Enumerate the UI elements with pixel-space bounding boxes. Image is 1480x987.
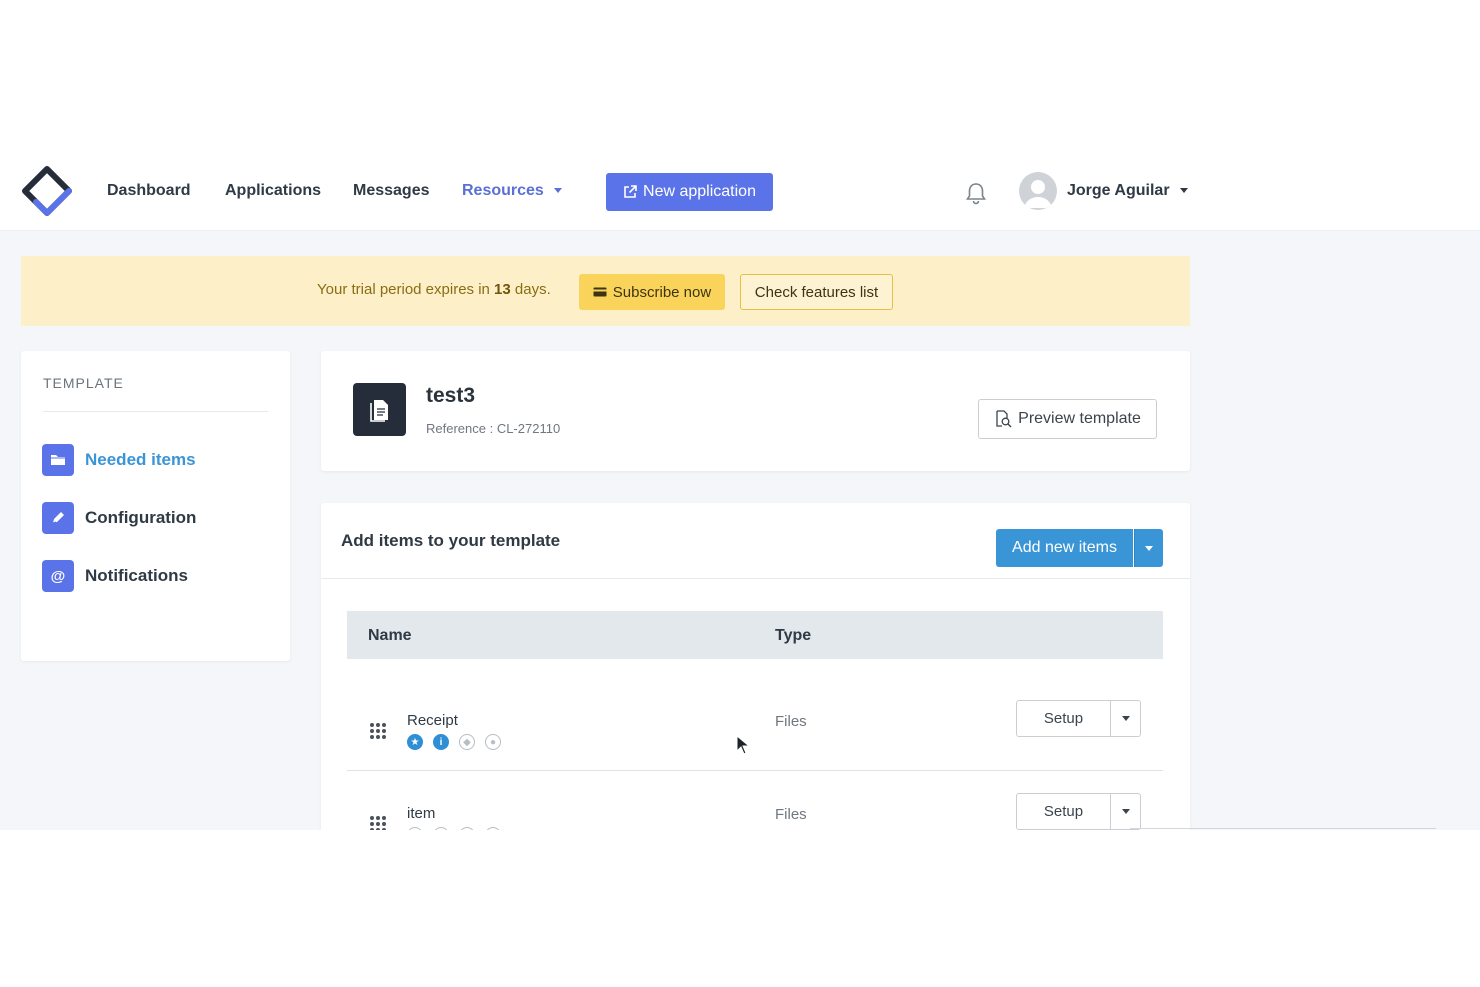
user-name: Jorge Aguilar: [1067, 182, 1170, 199]
trial-banner: Your trial period expires in 13 days. Su…: [21, 256, 1190, 326]
new-application-label: New application: [643, 183, 756, 200]
person-icon[interactable]: [485, 827, 501, 830]
setup-dropdown[interactable]: [1110, 793, 1141, 830]
table-row: item Files Setup: [347, 772, 1163, 830]
person-icon[interactable]: ●: [485, 734, 501, 750]
items-table-header: Name Type: [347, 611, 1163, 659]
mouse-cursor-icon: [736, 735, 750, 755]
avatar[interactable]: [1019, 172, 1057, 210]
subscribe-label: Subscribe now: [612, 283, 712, 301]
chevron-down-icon: [1121, 716, 1130, 721]
template-header-card: test3 Reference : CL-272110 Preview temp…: [321, 351, 1190, 471]
user-menu[interactable]: Jorge Aguilar: [1067, 182, 1188, 200]
chevron-down-icon: [1121, 809, 1130, 814]
sidebar-item-label: Configuration: [85, 508, 197, 527]
star-icon[interactable]: [407, 827, 423, 830]
sidebar-item-needed-items[interactable]: Needed items: [42, 444, 272, 476]
trial-days: 13: [494, 281, 511, 298]
user-silhouette-icon: [1024, 180, 1052, 208]
chevron-down-icon: [553, 188, 562, 194]
nav-messages[interactable]: Messages: [353, 182, 430, 200]
external-link-icon: [624, 185, 637, 198]
setup-button[interactable]: Setup: [1016, 700, 1111, 737]
nav-resources[interactable]: Resources: [462, 182, 562, 200]
sidebar-item-label: Needed items: [85, 450, 196, 469]
item-type: Files: [775, 806, 807, 823]
add-new-items-dropdown[interactable]: [1134, 529, 1163, 567]
new-application-button[interactable]: New application: [606, 173, 773, 211]
trial-text-before: Your trial period expires in: [317, 281, 495, 298]
item-name: item: [407, 805, 436, 822]
preview-template-label: Preview template: [1018, 410, 1141, 427]
item-badges: ★ i ◆ ●: [407, 734, 501, 750]
nav-resources-label: Resources: [462, 182, 544, 199]
column-header-name: Name: [368, 627, 412, 644]
preview-search-icon: [996, 410, 1012, 428]
chevron-down-icon: [1145, 545, 1153, 551]
setup-button[interactable]: Setup: [1016, 793, 1111, 830]
add-new-items-button[interactable]: Add new items: [996, 529, 1133, 567]
star-icon[interactable]: ★: [407, 734, 423, 750]
subscribe-button[interactable]: Subscribe now: [579, 274, 725, 310]
pencil-icon: [42, 502, 74, 534]
template-reference: Reference : CL-272110: [426, 421, 561, 436]
folder-icon: [42, 444, 74, 476]
trial-text-after: days.: [510, 281, 551, 298]
info-icon[interactable]: [433, 827, 449, 830]
top-navbar: Dashboard Applications Messages Resource…: [0, 160, 1480, 231]
item-badges: [407, 827, 501, 830]
item-name: Receipt: [407, 712, 458, 729]
preview-template-button[interactable]: Preview template: [978, 399, 1157, 439]
template-name: test3: [426, 384, 476, 407]
bell-icon[interactable]: [963, 180, 989, 206]
drag-handle-icon[interactable]: [369, 815, 387, 830]
item-type: Files: [775, 713, 807, 730]
credit-card-icon: [593, 287, 607, 297]
items-divider: [321, 578, 1190, 579]
check-features-button[interactable]: Check features list: [740, 274, 893, 310]
sidebar-item-configuration[interactable]: Configuration: [42, 502, 272, 534]
items-title: Add items to your template: [341, 531, 561, 550]
setup-dropdown[interactable]: [1110, 700, 1141, 737]
column-header-type: Type: [775, 627, 812, 644]
document-icon: [353, 383, 406, 436]
shield-icon[interactable]: ◆: [459, 734, 475, 750]
at-icon: @: [42, 560, 74, 592]
sidebar-item-notifications[interactable]: @ Notifications: [42, 560, 272, 592]
items-card: Add items to your template Add new items…: [321, 503, 1190, 830]
sidebar-item-label: Notifications: [85, 566, 188, 585]
table-row: Receipt ★ i ◆ ● Files Setup: [347, 679, 1163, 771]
shield-icon[interactable]: [459, 827, 475, 830]
trial-message: Your trial period expires in 13 days.: [317, 281, 551, 298]
info-icon[interactable]: i: [433, 734, 449, 750]
nav-applications[interactable]: Applications: [225, 182, 321, 200]
template-sidebar: TEMPLATE Needed items Configuration @ No…: [21, 351, 290, 661]
logo-icon[interactable]: [20, 164, 74, 218]
sidebar-title: TEMPLATE: [43, 375, 124, 391]
nav-dashboard[interactable]: Dashboard: [107, 182, 191, 200]
chevron-down-icon: [1179, 188, 1188, 194]
divider-line: [1130, 828, 1436, 829]
app-screen: Dashboard Applications Messages Resource…: [0, 160, 1480, 830]
drag-handle-icon[interactable]: [369, 722, 387, 740]
sidebar-divider: [43, 411, 268, 412]
